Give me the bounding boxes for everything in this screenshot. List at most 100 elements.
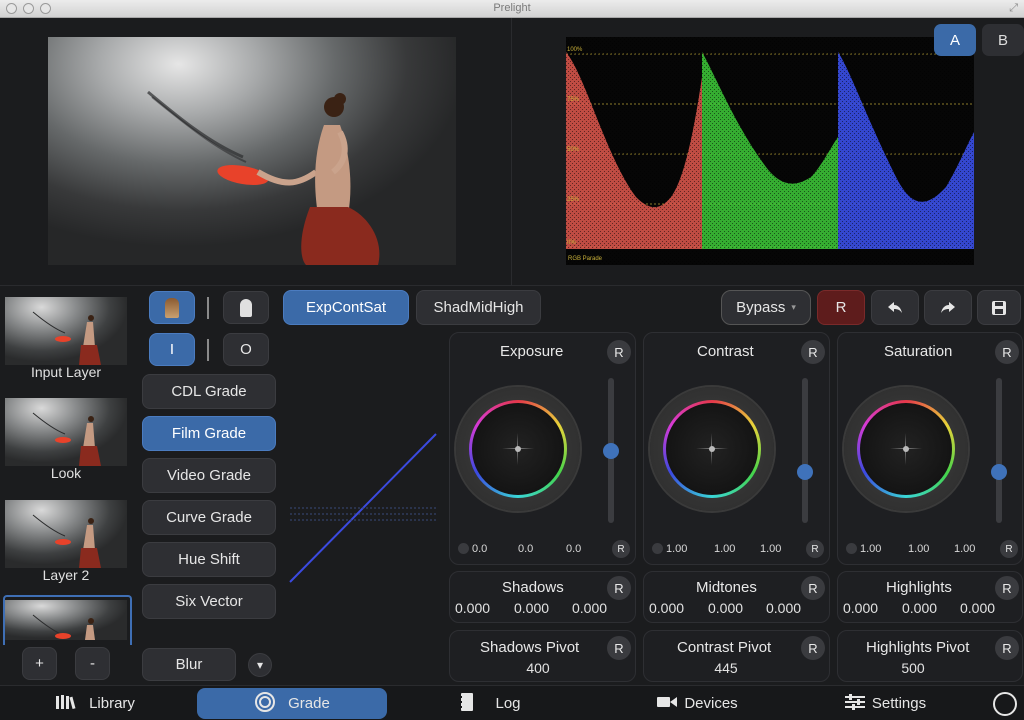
highlights-pivot-value[interactable]: 500: [888, 660, 938, 676]
contrast-slider-knob[interactable]: [797, 464, 813, 481]
midtones-reset-button[interactable]: R: [801, 576, 825, 600]
shadows-value-b[interactable]: 0.000: [572, 600, 607, 616]
thumbnail-image: [32, 412, 101, 466]
layer-thumbnail-selected[interactable]: [5, 600, 127, 640]
grade-icon: [254, 691, 276, 717]
grade-type-curve[interactable]: Curve Grade: [142, 500, 276, 535]
shadows-pivot-panel: Shadows Pivot R 400: [449, 630, 636, 682]
grade-type-film[interactable]: Film Grade: [142, 416, 276, 451]
shadows-reset-button[interactable]: R: [607, 576, 631, 600]
redo-button[interactable]: [924, 290, 972, 325]
exposure-values-reset-button[interactable]: R: [612, 540, 630, 558]
blur-dropdown-button[interactable]: ▾: [248, 653, 272, 677]
saturation-color-wheel[interactable]: [844, 387, 968, 511]
nav-grade[interactable]: Grade: [197, 688, 387, 719]
status-circle-icon[interactable]: [993, 692, 1017, 716]
blur-button[interactable]: Blur: [142, 648, 236, 681]
nav-devices-label: Devices: [684, 695, 738, 712]
fullscreen-icon[interactable]: ⤢: [1009, 2, 1018, 15]
exposure-panel: Exposure R 0.0 0.0 0.0 R: [449, 332, 636, 565]
undo-button[interactable]: [871, 290, 919, 325]
mask-silhouette-icon: [240, 298, 252, 317]
nav-settings[interactable]: Settings: [830, 688, 940, 719]
scope-graph: [566, 37, 974, 265]
saturation-values-reset-button[interactable]: R: [1000, 540, 1018, 558]
shadows-value-g[interactable]: 0.000: [514, 600, 549, 616]
nav-log[interactable]: Log: [435, 688, 545, 719]
saturation-color-dot: [846, 543, 857, 554]
grade-type-hue-shift[interactable]: Hue Shift: [142, 542, 276, 577]
exposure-reset-button[interactable]: R: [607, 340, 631, 364]
contrast-color-wheel[interactable]: [650, 387, 774, 511]
highlights-reset-button[interactable]: R: [995, 576, 1019, 600]
shadows-pivot-reset-button[interactable]: R: [607, 636, 631, 660]
midtones-title: Midtones: [696, 579, 757, 596]
exposure-color-wheel[interactable]: [456, 387, 580, 511]
add-layer-button[interactable]: +: [22, 647, 57, 680]
layer-thumbnail-layer2[interactable]: [5, 500, 127, 568]
layer-thumbnail-input[interactable]: [5, 297, 127, 365]
saturation-slider-knob[interactable]: [991, 464, 1007, 481]
contrast-reset-button[interactable]: R: [801, 340, 825, 364]
contrast-values-reset-button[interactable]: R: [806, 540, 824, 558]
nav-library[interactable]: Library: [30, 688, 160, 719]
redo-icon: [941, 301, 955, 313]
exposure-title: Exposure: [500, 343, 564, 360]
shadows-value-r[interactable]: 0.000: [455, 600, 490, 616]
highlights-panel: Highlights R 0.000 0.000 0.000: [837, 571, 1023, 623]
midtones-value-g[interactable]: 0.000: [708, 600, 743, 616]
contrast-pivot-reset-button[interactable]: R: [801, 636, 825, 660]
save-button[interactable]: [977, 290, 1021, 325]
midtones-value-b[interactable]: 0.000: [766, 600, 801, 616]
reset-all-button[interactable]: R: [817, 290, 865, 325]
highlights-title: Highlights: [886, 579, 952, 596]
chevron-down-icon: ▾: [791, 302, 796, 312]
compare-b-button[interactable]: B: [982, 24, 1024, 56]
image-viewer[interactable]: [48, 37, 456, 265]
log-icon: [459, 692, 475, 716]
highlights-value-b[interactable]: 0.000: [960, 600, 995, 616]
highlights-value-g[interactable]: 0.000: [902, 600, 937, 616]
contrast-slider-track[interactable]: [802, 378, 808, 523]
remove-layer-button[interactable]: -: [75, 647, 110, 680]
grade-type-six-vector[interactable]: Six Vector: [142, 584, 276, 619]
shadows-pivot-title: Shadows Pivot: [480, 639, 580, 656]
shadows-pivot-value[interactable]: 400: [513, 660, 563, 676]
saturation-value-2: 1.00: [908, 543, 930, 555]
scope-caption: RGB Parade: [568, 256, 603, 262]
scope-tick-0: 0%: [567, 240, 576, 246]
library-icon: [55, 694, 77, 714]
exposure-slider-knob[interactable]: [603, 442, 619, 459]
layer-thumbnail-look[interactable]: [5, 398, 127, 466]
exposure-value-3: 0.0: [566, 543, 582, 555]
contrast-pivot-title: Contrast Pivot: [677, 639, 772, 656]
tab-shadmidhigh[interactable]: ShadMidHigh: [416, 290, 541, 325]
compare-a-button[interactable]: A: [934, 24, 976, 56]
bypass-dropdown[interactable]: Bypass ▾: [721, 290, 811, 325]
tab-expcontsat[interactable]: ExpContSat: [283, 290, 409, 325]
saturation-value-1: 1.00: [860, 543, 882, 555]
window-titlebar: Prelight ⤢: [0, 0, 1024, 18]
input-toggle-button[interactable]: I: [149, 333, 195, 366]
mask-mode-button[interactable]: [223, 291, 269, 324]
midtones-value-r[interactable]: 0.000: [649, 600, 684, 616]
saturation-reset-button[interactable]: R: [995, 340, 1019, 364]
saturation-slider-track[interactable]: [996, 378, 1002, 523]
nav-devices[interactable]: Devices: [632, 688, 762, 719]
output-toggle-button[interactable]: O: [223, 333, 269, 366]
film-curve-graph[interactable]: [288, 432, 438, 584]
grade-type-video[interactable]: Video Grade: [142, 458, 276, 493]
thumbnail-image: [32, 514, 101, 568]
scope-tick-50: 50%: [567, 147, 580, 153]
grade-type-cdl[interactable]: CDL Grade: [142, 374, 276, 409]
bypass-label: Bypass: [736, 299, 786, 316]
layer-label-look: Look: [50, 465, 82, 481]
settings-icon: [844, 693, 866, 715]
portrait-mode-button[interactable]: [149, 291, 195, 324]
contrast-value-2: 1.00: [714, 543, 736, 555]
highlights-pivot-reset-button[interactable]: R: [995, 636, 1019, 660]
highlights-value-r[interactable]: 0.000: [843, 600, 878, 616]
contrast-panel: Contrast R 1.00 1.00 1.00 R: [643, 332, 830, 565]
contrast-pivot-value[interactable]: 445: [701, 660, 751, 676]
layer-label-input: Input Layer: [30, 364, 102, 380]
